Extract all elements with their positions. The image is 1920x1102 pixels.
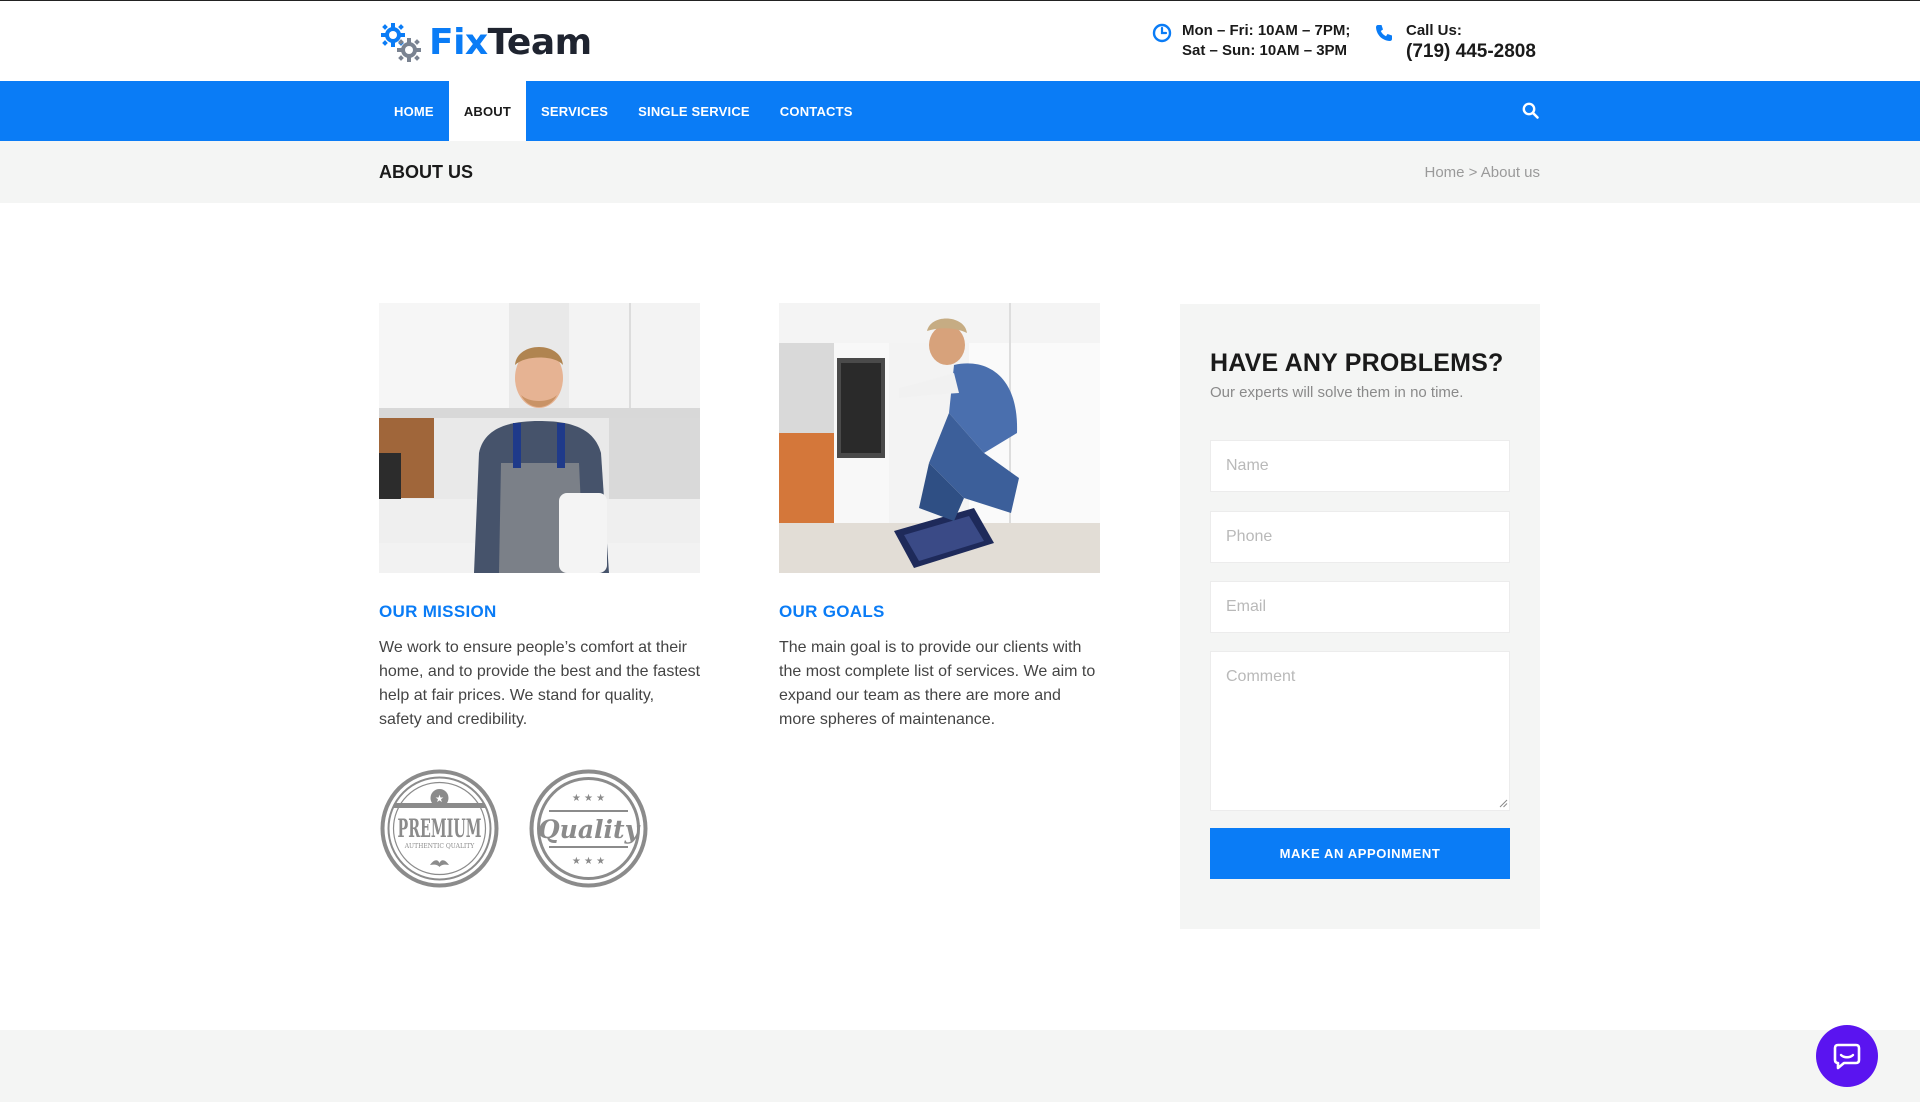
- chat-bubble-icon: [1833, 1043, 1861, 1070]
- breadcrumb: Home > About us: [1424, 164, 1540, 181]
- goals-heading: OUR GOALS: [779, 602, 885, 621]
- name-input[interactable]: [1210, 440, 1510, 492]
- mission-text: We work to ensure people’s comfort at th…: [379, 639, 701, 728]
- nav-item-home[interactable]: HOME: [379, 81, 449, 141]
- appointment-form: HAVE ANY PROBLEMS? Our experts will solv…: [1180, 304, 1540, 929]
- page-title-bar: ABOUT US Home > About us: [0, 141, 1920, 203]
- phone-input[interactable]: [1210, 511, 1510, 563]
- footer-band: [0, 1030, 1920, 1102]
- quality-badge: ★ ★ ★ Quality ★ ★ ★: [529, 769, 648, 888]
- logo-text-fix: Fix: [429, 21, 488, 63]
- phone-icon: [1376, 25, 1392, 41]
- goals-photo: [779, 303, 1100, 573]
- breadcrumb-separator: >: [1468, 164, 1478, 181]
- logo-text-team: Team: [487, 21, 593, 63]
- form-title: HAVE ANY PROBLEMS?: [1210, 349, 1504, 377]
- nav-item-contacts[interactable]: CONTACTS: [765, 81, 868, 141]
- svg-text:PREMIUM: PREMIUM: [398, 814, 482, 843]
- email-input[interactable]: [1210, 581, 1510, 633]
- main-navigation: HOME ABOUT SERVICES SINGLE SERVICE CONTA…: [0, 81, 1920, 141]
- form-subtitle: Our experts will solve them in no time.: [1210, 384, 1464, 401]
- nav-item-services[interactable]: SERVICES: [526, 81, 623, 141]
- svg-text:Quality: Quality: [538, 815, 641, 844]
- logo-text: FixTeam: [429, 22, 592, 63]
- hours-weekdays: Mon – Fri: 10AM – 7PM;: [1182, 22, 1351, 39]
- working-hours: Mon – Fri: 10AM – 7PM; Sat – Sun: 10AM –…: [1152, 21, 1350, 61]
- site-header: FixTeam Mon – Fri: 10AM – 7PM; Sat – Sun…: [0, 1, 1920, 81]
- clock-icon: [1152, 23, 1172, 43]
- resize-grip-icon[interactable]: [1498, 798, 1508, 808]
- mission-photo: [379, 303, 700, 573]
- search-icon[interactable]: [1521, 101, 1541, 121]
- live-chat-button[interactable]: [1816, 1025, 1878, 1087]
- svg-text:★ ★ ★: ★ ★ ★: [572, 856, 605, 867]
- make-appointment-button[interactable]: MAKE AN APPOINMENT: [1210, 828, 1510, 879]
- site-logo[interactable]: FixTeam: [379, 19, 592, 65]
- gears-logo-icon: [381, 23, 421, 62]
- goals-text: The main goal is to provide our clients …: [779, 639, 1096, 728]
- hours-weekend: Sat – Sun: 10AM – 3PM: [1182, 42, 1348, 59]
- nav-item-single-service[interactable]: SINGLE SERVICE: [623, 81, 765, 141]
- premium-badge: ★ PREMIUM AUTHENTIC QUALITY: [380, 769, 499, 888]
- page-title: ABOUT US: [379, 162, 473, 182]
- call-label: Call Us:: [1406, 22, 1462, 39]
- nav-item-about[interactable]: ABOUT: [448, 81, 527, 141]
- phone-number[interactable]: (719) 445-2808: [1406, 41, 1536, 63]
- call-us: Call Us: (719) 445-2808: [1374, 21, 1536, 63]
- breadcrumb-home-link[interactable]: Home: [1424, 164, 1464, 181]
- svg-text:★ ★ ★: ★ ★ ★: [572, 793, 605, 804]
- breadcrumb-current: About us: [1480, 164, 1540, 181]
- comment-textarea[interactable]: [1210, 651, 1510, 811]
- svg-text:AUTHENTIC QUALITY: AUTHENTIC QUALITY: [404, 843, 476, 850]
- mission-heading: OUR MISSION: [379, 602, 497, 621]
